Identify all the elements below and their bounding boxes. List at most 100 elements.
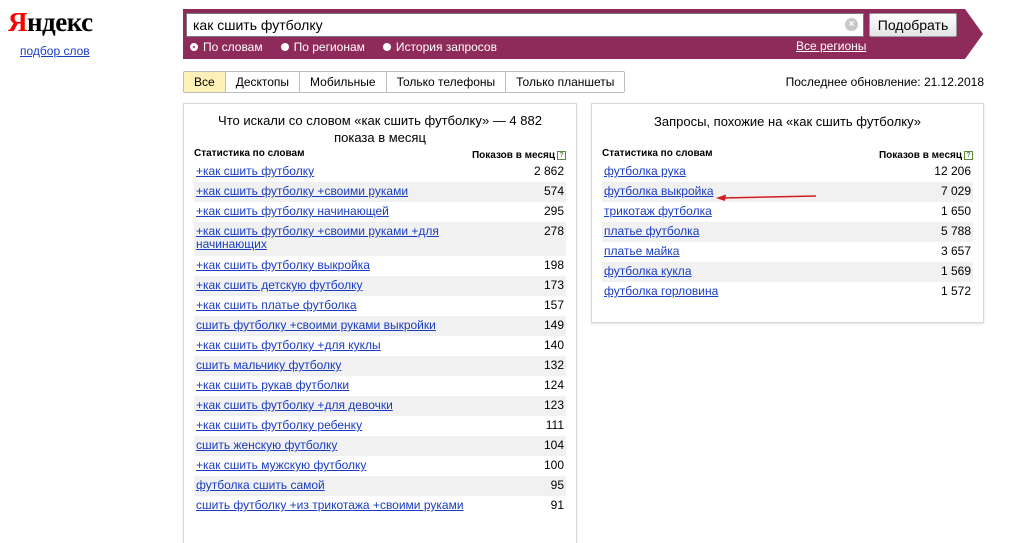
tab-tablets[interactable]: Только планшеты [506,72,625,92]
similar-queries-panel: Запросы, похожие на «как сшить футболку»… [591,103,984,323]
tab-all[interactable]: Все [184,72,226,92]
table-row: +как сшить футболку 2 862 [194,162,566,182]
annotation-arrow-icon [716,194,816,201]
shows-count: 1 572 [940,284,971,298]
query-link[interactable]: платье футболка [604,225,699,238]
table-row: сшить футболку +из трикотажа +своими рук… [194,496,566,516]
query-link[interactable]: трикотаж футболка [604,205,712,218]
shows-count: 2 862 [533,164,564,178]
radio-selected-icon [190,43,198,51]
help-icon[interactable]: ? [964,150,973,160]
table-row: платье футболка 5 788 [602,222,973,242]
query-link[interactable]: +как сшить футболку [196,165,314,178]
query-link[interactable]: +как сшить рукав футболки [196,379,349,392]
query-link[interactable]: +как сшить футболку +для куклы [196,339,381,352]
logo-rest: ндекс [27,7,93,37]
wordstat-link[interactable]: подбор слов [20,44,108,58]
query-link[interactable]: футболка рука [604,165,686,178]
table-row: +как сшить мужскую футболку 100 [194,456,566,476]
table-row: футболка горловина 1 572 [602,282,973,302]
shows-count: 295 [543,204,564,218]
table-row: футболка кукла 1 569 [602,262,973,282]
query-link[interactable]: платье майка [604,245,679,258]
logo-area: Яндекс подбор слов [8,6,108,58]
shows-count: 5 788 [940,224,971,238]
table-row: +как сшить футболку начинающей 295 [194,202,566,222]
radio-icon [280,43,289,51]
table-row: +как сшить футболку +для девочки 123 [194,396,566,416]
query-link[interactable]: +как сшить футболку выкройка [196,259,370,272]
mode-label: История запросов [395,40,497,54]
shows-count: 100 [543,458,564,472]
radio-icon [382,43,391,51]
tab-desktops[interactable]: Десктопы [225,72,301,92]
mode-history[interactable]: История запросов [382,39,497,55]
clear-icon[interactable]: × [845,18,858,31]
column-header: Статистика по словам Показов в месяц ? [194,148,566,162]
search-input[interactable] [187,14,837,36]
query-link[interactable]: +как сшить платье футболка [196,299,357,312]
query-link[interactable]: +как сшить футболку +своими руками [196,185,408,198]
table-row: футболка сшить самой 95 [194,476,566,496]
help-icon[interactable]: ? [557,150,566,160]
table-row: +как сшить платье футболка 157 [194,296,566,316]
column-header: Статистика по словам Показов в месяц ? [602,148,973,162]
query-link[interactable]: футболка горловина [604,285,718,298]
tab-mobile[interactable]: Мобильные [300,72,387,92]
query-link[interactable]: футболка выкройка [604,185,714,198]
shows-count: 574 [543,184,564,198]
query-link[interactable]: +как сшить футболку +для девочки [196,399,393,412]
query-link[interactable]: +как сшить футболку ребенку [196,419,362,432]
query-link[interactable]: +как сшить детскую футболку [196,279,362,292]
device-tabs: Все Десктопы Мобильные Только телефоны Т… [183,71,626,93]
mode-label: По словам [203,40,263,54]
table-row: платье майка 3 657 [602,242,973,262]
all-regions-link[interactable]: Все регионы [796,39,866,53]
column-query-label: Статистика по словам [194,148,305,159]
table-row: +как сшить футболку ребенку 111 [194,416,566,436]
shows-count: 140 [543,338,564,352]
query-link[interactable]: +как сшить футболку +своими руками +для … [196,225,496,251]
mode-label: По регионам [293,40,365,54]
query-link[interactable]: сшить женскую футболку [196,439,337,452]
table-row: трикотаж футболка 1 650 [602,202,973,222]
related-words-panel: Что искали со словом «как сшить футболку… [183,103,577,543]
shows-count: 157 [543,298,564,312]
shows-count: 124 [543,378,564,392]
right-rows: футболка рука 12 206 футболка выкройка 7 02… [602,162,973,302]
shows-count: 173 [543,278,564,292]
yandex-logo[interactable]: Яндекс [8,6,108,38]
query-link[interactable]: сшить футболку +из трикотажа +своими рук… [196,499,464,512]
mode-by-regions[interactable]: По регионам [280,39,365,55]
query-link[interactable]: футболка сшить самой [196,479,325,492]
table-row: сшить мальчику футболку 132 [194,356,566,376]
search-box: × [186,13,864,37]
column-shows: Показов в месяц ? [472,148,566,162]
shows-count: 1 650 [940,204,971,218]
table-row: +как сшить футболку +для куклы 140 [194,336,566,356]
search-mode-group: По словам По регионам История запросов [190,39,497,55]
query-link[interactable]: сшить футболку +своими руками выкройки [196,319,436,332]
table-row: +как сшить футболку +своими руками 574 [194,182,566,202]
query-link[interactable]: +как сшить футболку начинающей [196,205,389,218]
table-row: +как сшить детскую футболку 173 [194,276,566,296]
shows-count: 104 [543,438,564,452]
search-band-arrow [965,9,983,59]
panel-title: Что искали со словом «как сшить футболку… [218,113,542,145]
tab-phones[interactable]: Только телефоны [386,72,507,92]
table-row: +как сшить футболку выкройка 198 [194,256,566,276]
query-link[interactable]: футболка кукла [604,265,692,278]
last-update: Последнее обновление: 21.12.2018 [785,75,984,89]
shows-count: 278 [543,224,564,238]
query-link[interactable]: сшить мальчику футболку [196,359,341,372]
shows-count: 91 [550,498,564,512]
mode-by-words[interactable]: По словам [190,39,263,55]
shows-count: 132 [543,358,564,372]
logo-first-letter: Я [8,7,28,37]
table-row: сшить женскую футболку 104 [194,436,566,456]
query-link[interactable]: +как сшить мужскую футболку [196,459,366,472]
shows-count: 1 569 [940,264,971,278]
column-shows: Показов в месяц ? [879,148,973,162]
submit-button[interactable]: Подобрать [869,13,957,37]
shows-count: 198 [543,258,564,272]
